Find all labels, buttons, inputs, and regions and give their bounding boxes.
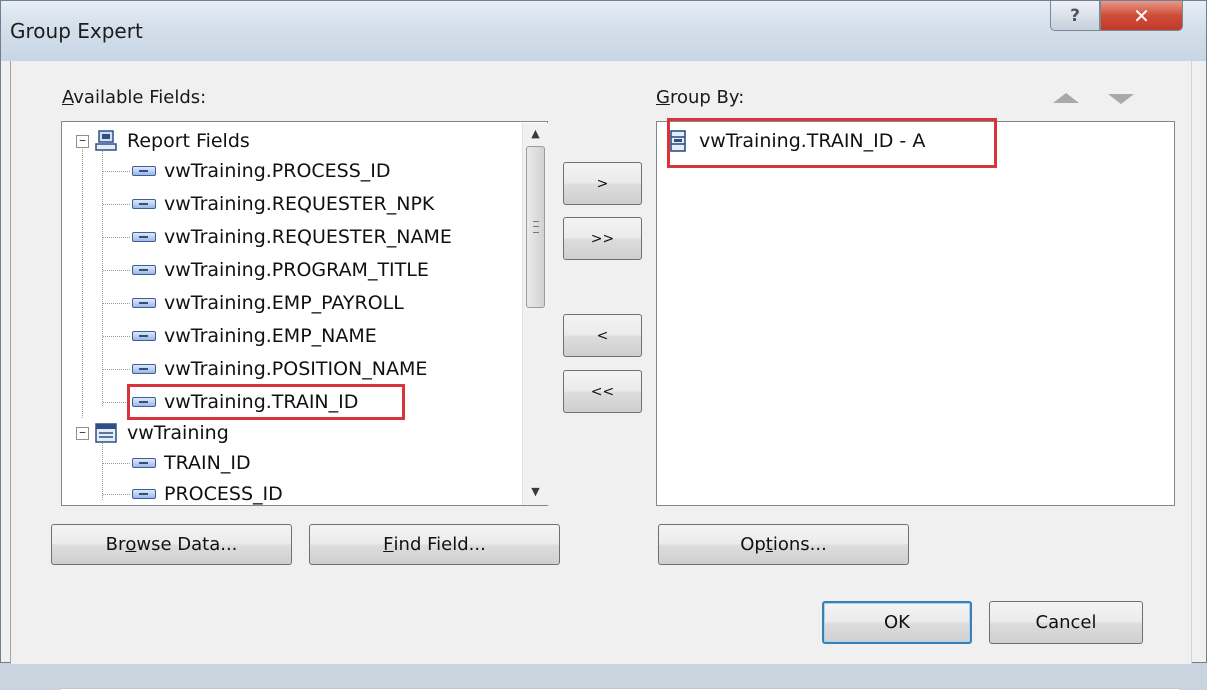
tree-connector: [103, 270, 130, 271]
browse-data-button[interactable]: Br o wse Data...: [51, 524, 292, 565]
remove-all-fields-button[interactable]: <<: [563, 370, 642, 413]
help-icon: ?: [1070, 5, 1080, 26]
field-label: vwTraining.EMP_PAYROLL: [164, 292, 404, 314]
close-button[interactable]: ✕: [1100, 1, 1183, 31]
collapse-icon[interactable]: −: [76, 134, 89, 148]
tree-connector: [103, 369, 130, 370]
field-label: vwTraining.PROGRAM_TITLE: [164, 259, 429, 281]
tree-connector: [102, 146, 103, 406]
field-icon: [132, 489, 156, 499]
field-label: vwTraining.POSITION_NAME: [164, 358, 428, 380]
field-label: vwTraining.REQUESTER_NPK: [164, 193, 435, 215]
field-icon: [132, 397, 156, 407]
field-label: PROCESS_ID: [164, 483, 283, 505]
group-icon: [670, 130, 686, 152]
available-fields-tree[interactable]: − Report Fields vwTraining.PROCESS_ID vw…: [61, 121, 548, 506]
tree-connector: [103, 237, 130, 238]
tree-field-item[interactable]: vwTraining.EMP_NAME: [103, 321, 377, 351]
tree-connector: [103, 171, 130, 172]
field-label: vwTraining.EMP_NAME: [164, 325, 377, 347]
tree-connector: [82, 146, 83, 418]
tree-connector: [103, 204, 130, 205]
scroll-up-icon[interactable]: ▲: [523, 123, 548, 145]
add-all-fields-button[interactable]: >>: [563, 217, 642, 260]
tree-field-item[interactable]: vwTraining.POSITION_NAME: [103, 354, 428, 384]
report-fields-icon: [95, 130, 117, 151]
help-button[interactable]: ?: [1050, 1, 1100, 31]
close-icon: ✕: [1133, 3, 1150, 28]
collapse-icon[interactable]: −: [76, 426, 89, 440]
scroll-down-icon[interactable]: ▼: [523, 481, 548, 503]
field-label: TRAIN_ID: [164, 452, 251, 474]
tree-node-vwtraining[interactable]: − vwTraining: [76, 418, 229, 448]
field-icon: [132, 199, 156, 209]
field-icon: [132, 331, 156, 341]
find-field-button[interactable]: Find Field...: [309, 524, 560, 565]
group-by-item-label: vwTraining.TRAIN_ID - A: [699, 130, 926, 152]
move-up-icon[interactable]: [1053, 93, 1079, 103]
field-icon: [132, 232, 156, 242]
field-icon: [132, 265, 156, 275]
available-fields-label: Available Fields:: [62, 87, 207, 108]
ok-button[interactable]: OK: [822, 601, 972, 644]
group-expert-dialog: Group Expert ? ✕ Available Fields: − Rep…: [0, 0, 1207, 690]
group-by-label: Group By:: [656, 87, 745, 108]
tree-field-item[interactable]: vwTraining.PROGRAM_TITLE: [103, 255, 429, 285]
tree-connector: [103, 494, 130, 495]
field-icon: [132, 166, 156, 176]
group-by-item[interactable]: vwTraining.TRAIN_ID - A: [669, 126, 925, 156]
tree-field-item[interactable]: vwTraining.EMP_PAYROLL: [103, 288, 404, 318]
title-bar: Group Expert ? ✕: [1, 1, 1206, 61]
cancel-button[interactable]: Cancel: [989, 601, 1143, 644]
tree-field-item[interactable]: TRAIN_ID: [103, 448, 251, 478]
tree-field-item[interactable]: vwTraining.REQUESTER_NAME: [103, 222, 452, 252]
tree-connector: [103, 336, 130, 337]
add-field-button[interactable]: >: [563, 162, 642, 205]
vertical-scrollbar[interactable]: ▲ ▼: [522, 123, 548, 505]
table-icon: [95, 423, 117, 443]
group-by-list[interactable]: vwTraining.TRAIN_ID - A: [656, 121, 1175, 506]
remove-field-button[interactable]: <: [563, 314, 642, 357]
tree-connector: [103, 402, 130, 403]
tree-node-label: vwTraining: [127, 422, 229, 444]
field-icon: [132, 364, 156, 374]
field-label: vwTraining.PROCESS_ID: [164, 160, 391, 182]
grip-icon: [533, 221, 539, 233]
tree-connector: [103, 303, 130, 304]
options-button[interactable]: Op t ions...: [658, 524, 909, 565]
field-icon: [132, 458, 156, 468]
move-down-icon[interactable]: [1108, 94, 1134, 104]
tree-node-report-fields[interactable]: − Report Fields: [76, 126, 250, 156]
window-title: Group Expert: [10, 19, 143, 43]
tree-field-item[interactable]: vwTraining.TRAIN_ID: [103, 387, 359, 417]
field-label: vwTraining.REQUESTER_NAME: [164, 226, 452, 248]
tree-connector: [102, 440, 103, 500]
tree-node-label: Report Fields: [127, 130, 250, 152]
scroll-thumb[interactable]: [526, 146, 545, 308]
tree-field-item[interactable]: vwTraining.PROCESS_ID: [103, 156, 391, 186]
tree-connector: [103, 463, 130, 464]
tree-field-item[interactable]: vwTraining.REQUESTER_NPK: [103, 189, 435, 219]
field-label: vwTraining.TRAIN_ID: [164, 391, 359, 413]
dialog-body: Available Fields: − Report Fields vwTrai: [10, 61, 1192, 690]
tree-field-item[interactable]: PROCESS_ID: [103, 479, 283, 509]
field-icon: [132, 298, 156, 308]
